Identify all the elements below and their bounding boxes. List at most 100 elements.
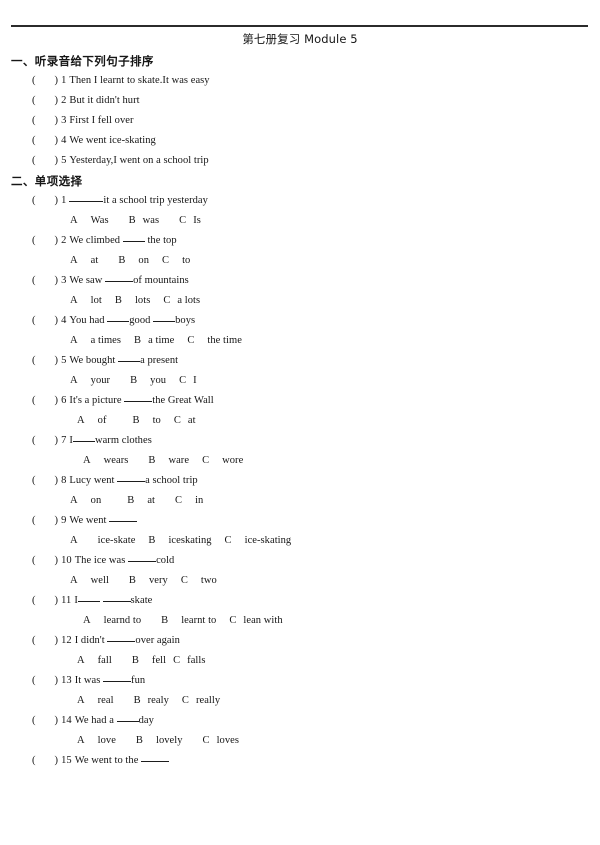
option-a[interactable]: Awell bbox=[70, 571, 109, 591]
option-a[interactable]: Aon bbox=[70, 491, 101, 511]
option-c[interactable]: Creally bbox=[182, 691, 220, 711]
ordering-item: () 4 We went ice-skating bbox=[0, 131, 600, 151]
section-heading-listening: 一、听录音给下列句子排序 bbox=[11, 54, 154, 68]
option-letter: B bbox=[128, 215, 136, 226]
option-text: learnt to bbox=[181, 615, 217, 626]
option-c[interactable]: C Is bbox=[179, 211, 201, 231]
option-c[interactable]: CI bbox=[179, 371, 197, 391]
fill-blank[interactable] bbox=[72, 441, 95, 442]
option-c[interactable]: Cin bbox=[175, 491, 203, 511]
option-c[interactable]: Cice-skating bbox=[225, 531, 292, 551]
answer-bracket-open: ( bbox=[32, 155, 36, 166]
option-a[interactable]: Alearnd to bbox=[83, 611, 141, 631]
option-b[interactable]: Blovely bbox=[136, 731, 183, 751]
option-letter: B bbox=[127, 495, 135, 506]
question-stem: () 14 We had a day bbox=[0, 711, 600, 731]
option-text: your bbox=[90, 375, 111, 386]
option-letter: C bbox=[179, 215, 187, 226]
option-text: ware bbox=[168, 455, 190, 466]
option-c[interactable]: Ca lots bbox=[163, 291, 200, 311]
option-c[interactable]: Cloves bbox=[203, 731, 239, 751]
fill-blank[interactable] bbox=[109, 521, 138, 522]
option-text: on bbox=[138, 255, 149, 266]
option-b[interactable]: Blots bbox=[115, 291, 150, 311]
option-a[interactable]: Ayour bbox=[70, 371, 110, 391]
item-text: First I fell over bbox=[69, 115, 134, 126]
option-text: well bbox=[90, 575, 109, 586]
option-c[interactable]: Clean with bbox=[229, 611, 282, 631]
option-b[interactable]: Ba time bbox=[134, 331, 174, 351]
fill-blank[interactable] bbox=[107, 641, 136, 642]
option-b[interactable]: Bwas bbox=[129, 211, 160, 231]
question-stem: () 6 It's a picture the Great Wall bbox=[0, 391, 600, 411]
option-a[interactable]: A Was bbox=[70, 211, 109, 231]
fill-blank[interactable] bbox=[141, 761, 170, 762]
fill-blank[interactable] bbox=[105, 281, 134, 282]
option-b[interactable]: Bto bbox=[133, 411, 161, 431]
option-text: the time bbox=[207, 335, 242, 346]
option-text: real bbox=[97, 695, 114, 706]
stem-before: We saw bbox=[69, 275, 106, 286]
option-letter: C bbox=[202, 455, 210, 466]
fill-blank[interactable] bbox=[107, 321, 130, 322]
option-b[interactable]: Bfell bbox=[132, 651, 166, 671]
stem-after: skate bbox=[130, 595, 153, 606]
fill-blank[interactable] bbox=[124, 401, 153, 402]
option-text: lean with bbox=[243, 615, 283, 626]
answer-bracket-open: ( bbox=[32, 675, 36, 686]
option-a[interactable]: Aa times bbox=[70, 331, 121, 351]
option-c[interactable]: Cthe time bbox=[187, 331, 242, 351]
question-options: Aat Bon Cto bbox=[0, 251, 600, 271]
option-b[interactable]: Blearnt to bbox=[161, 611, 216, 631]
fill-blank[interactable] bbox=[153, 321, 176, 322]
fill-blank[interactable] bbox=[69, 201, 104, 202]
option-letter: B bbox=[118, 255, 126, 266]
option-b[interactable]: Bon bbox=[118, 251, 149, 271]
option-text: ice-skating bbox=[244, 535, 292, 546]
option-a[interactable]: Aat bbox=[70, 251, 98, 271]
option-text: wears bbox=[103, 455, 129, 466]
option-c[interactable]: Cat bbox=[174, 411, 196, 431]
option-a[interactable]: Alot bbox=[70, 291, 102, 311]
fill-blank[interactable] bbox=[122, 241, 145, 242]
fill-blank[interactable] bbox=[77, 601, 100, 602]
option-text: in bbox=[195, 495, 204, 506]
stem-after: day bbox=[138, 715, 154, 726]
option-letter: B bbox=[135, 735, 143, 746]
option-b[interactable]: Biceskating bbox=[148, 531, 211, 551]
fill-blank[interactable] bbox=[102, 601, 131, 602]
option-a[interactable]: Awears bbox=[83, 451, 128, 471]
option-a[interactable]: Afall bbox=[77, 651, 112, 671]
page-title: 第七册复习 Module 5 bbox=[242, 32, 358, 46]
fill-blank[interactable] bbox=[128, 561, 157, 562]
option-a[interactable]: Aof bbox=[77, 411, 107, 431]
fill-blank[interactable] bbox=[117, 481, 146, 482]
option-c[interactable]: Cwore bbox=[202, 451, 243, 471]
option-a[interactable]: Alove bbox=[77, 731, 116, 751]
option-c[interactable]: Cto bbox=[162, 251, 190, 271]
option-a[interactable]: Areal bbox=[77, 691, 114, 711]
option-b[interactable]: Byou bbox=[130, 371, 166, 391]
ordering-item: () 2 But it didn't hurt bbox=[0, 91, 600, 111]
option-letter: C bbox=[175, 495, 183, 506]
option-letter: B bbox=[148, 455, 156, 466]
question-stem: () 3 We saw of mountains bbox=[0, 271, 600, 291]
option-b[interactable]: Bvery bbox=[129, 571, 168, 591]
option-letter: A bbox=[70, 295, 78, 306]
question-options: Awell Bvery Ctwo bbox=[0, 571, 600, 591]
stem-before: We had a bbox=[74, 715, 117, 726]
option-c[interactable]: Ctwo bbox=[181, 571, 217, 591]
option-text: lot bbox=[90, 295, 102, 306]
option-letter: B bbox=[161, 615, 169, 626]
fill-blank[interactable] bbox=[118, 361, 141, 362]
answer-bracket-open: ( bbox=[32, 715, 36, 726]
option-text: to bbox=[182, 255, 191, 266]
option-c[interactable]: Cfalls bbox=[173, 651, 205, 671]
question-number: 14 bbox=[61, 715, 72, 726]
fill-blank[interactable] bbox=[103, 681, 132, 682]
option-b[interactable]: Brealy bbox=[134, 691, 169, 711]
option-a[interactable]: Aice-skate bbox=[70, 531, 135, 551]
option-b[interactable]: Bware bbox=[148, 451, 189, 471]
option-b[interactable]: Bat bbox=[127, 491, 155, 511]
fill-blank[interactable] bbox=[116, 721, 139, 722]
